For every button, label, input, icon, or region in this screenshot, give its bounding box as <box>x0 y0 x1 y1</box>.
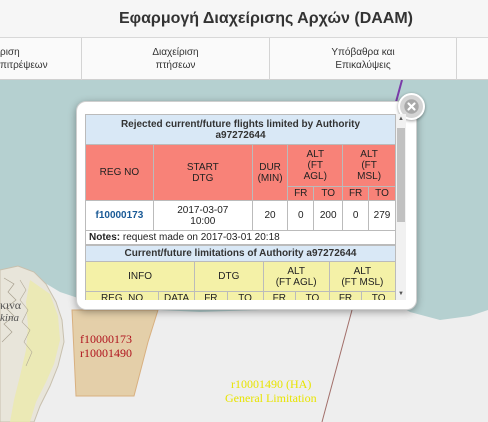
cell-agl-to: 200 <box>313 200 344 231</box>
nav-item-basemaps[interactable]: Υπόβαθρα και Επικαλύψεις <box>270 38 457 80</box>
limitations-table: Current/future limitations of Authority … <box>85 245 397 300</box>
col-data: DATA <box>158 291 196 300</box>
col-info: INFO <box>85 261 196 292</box>
scroll-down-icon[interactable]: ▼ <box>397 290 405 298</box>
table-row: f10000173 2017-03-07 10:00 20 0 200 0 27… <box>85 200 396 231</box>
main-nav: ριση πιτρέψεων Διαχείριση πτήσεων Υπόβαθ… <box>0 38 488 80</box>
zone-label-restriction: r10001490 <box>80 346 132 360</box>
cell-start-dtg: 2017-03-07 10:00 <box>152 200 253 231</box>
col-dtg-fr: FR <box>194 291 228 300</box>
col-duration: DUR (MIN) <box>251 144 289 201</box>
scroll-up-icon[interactable]: ▲ <box>397 115 405 123</box>
col-alt-agl: ALT (FT AGL) <box>287 144 344 187</box>
close-icon <box>404 99 419 114</box>
col-agl-to: TO <box>295 291 330 300</box>
col-dtg: DTG <box>194 261 264 292</box>
limitations-table-title: Current/future limitations of Authority … <box>85 245 396 262</box>
nav-item-label: Διαχείριση πτήσεων <box>152 47 199 71</box>
cell-msl-fr: 0 <box>342 200 370 231</box>
nav-item-flights[interactable]: Διαχείριση πτήσεων <box>82 38 270 80</box>
col-msl-fr: FR <box>342 186 370 201</box>
cell-duration: 20 <box>251 200 289 231</box>
col-dtg-to: TO <box>226 291 264 300</box>
col-agl-fr: FR <box>287 186 315 201</box>
flight-notes: Notes: request made on 2017-03-01 20:18 <box>85 230 396 245</box>
rejected-flights-table: Rejected current/future flights limited … <box>85 114 396 245</box>
col-start-dtg: START DTG <box>152 144 253 201</box>
app-title: Εφαρμογή Διαχείρισης Αρχών (DAAM) <box>118 9 414 27</box>
col-agl-fr: FR <box>262 291 297 300</box>
cell-agl-fr: 0 <box>287 200 315 231</box>
col-alt-msl: ALT (FT MSL) <box>342 144 396 187</box>
limit-label-id: r10001490 (HA) <box>231 377 312 391</box>
limit-label-type: General Limitation <box>225 391 317 405</box>
col-reg-no: REG NO <box>85 144 154 201</box>
cell-msl-to: 279 <box>368 200 396 231</box>
app-header: Εφαρμογή Διαχείρισης Αρχών (DAAM) <box>0 0 488 38</box>
col-msl-to: TO <box>368 186 396 201</box>
col-reg-no: REG_NO <box>85 291 160 300</box>
col-alt-agl: ALT (FT AGL) <box>262 261 330 292</box>
nav-item-more[interactable] <box>457 38 488 80</box>
zone-label-flight: f10000173 <box>80 332 132 346</box>
popup-scrollbar[interactable]: ▲ ▼ <box>396 114 406 300</box>
col-msl-fr: FR <box>328 291 363 300</box>
rejected-table-title: Rejected current/future flights limited … <box>85 114 396 145</box>
place-label: kina <box>0 312 19 324</box>
col-msl-to: TO <box>361 291 396 300</box>
nav-item-label: ριση πιτρέψεων <box>0 47 48 71</box>
reg-no-link[interactable]: f10000173 <box>85 200 154 231</box>
scrollbar-thumb[interactable] <box>397 128 405 222</box>
info-popup: Rejected current/future flights limited … <box>76 93 425 310</box>
popup-content[interactable]: Rejected current/future flights limited … <box>85 114 406 300</box>
nav-item-permissions[interactable]: ριση πιτρέψεων <box>0 38 82 80</box>
col-agl-to: TO <box>313 186 344 201</box>
col-alt-msl: ALT (FT MSL) <box>328 261 397 292</box>
place-label: κινα <box>0 298 21 312</box>
nav-item-label: Υπόβαθρα και Επικαλύψεις <box>331 47 395 71</box>
